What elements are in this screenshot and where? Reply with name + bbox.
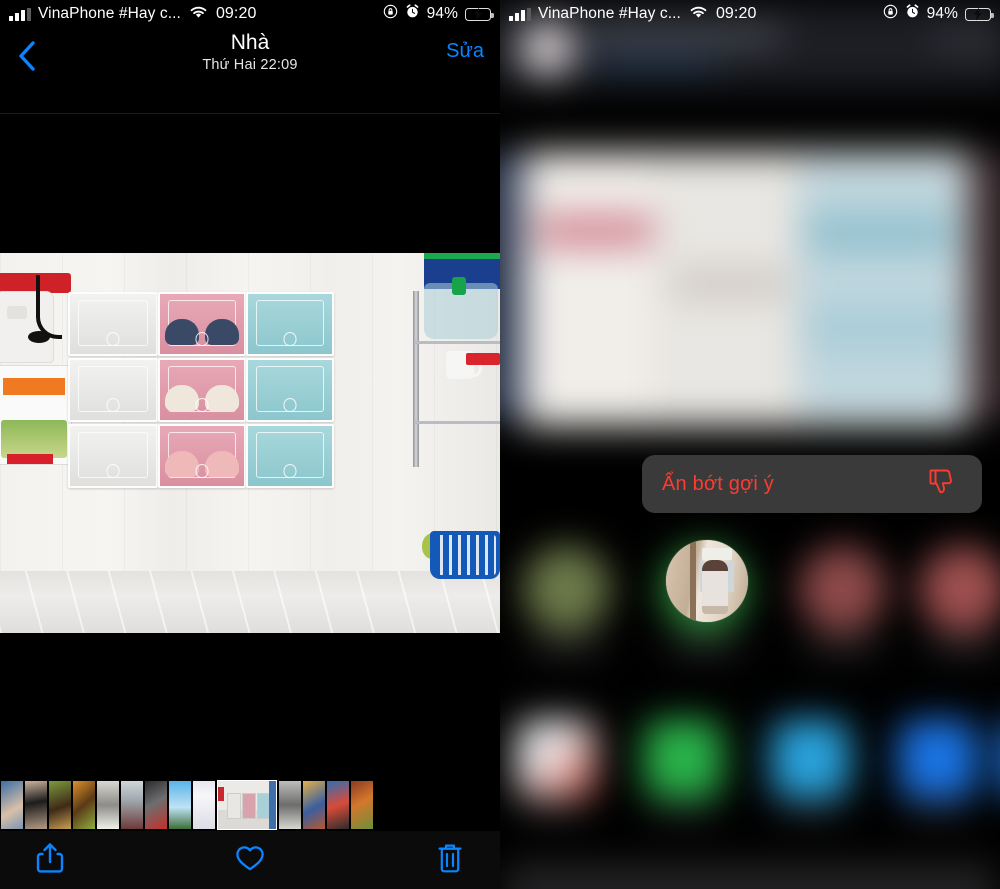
contact-avatar[interactable] <box>666 540 748 622</box>
list-item-selected[interactable] <box>217 780 277 830</box>
list-item[interactable] <box>351 781 373 829</box>
photo-shoe-boxes <box>68 292 334 488</box>
hide-suggestion-label: Ẩn bớt gợi ý <box>662 472 775 495</box>
cellular-bars-icon <box>509 7 531 21</box>
page-title: Nhà <box>230 31 270 54</box>
list-item[interactable] <box>279 781 301 829</box>
nav-divider <box>0 113 500 114</box>
favorite-button[interactable] <box>228 838 272 882</box>
list-item[interactable] <box>121 781 143 829</box>
photo-canvas[interactable] <box>0 86 500 776</box>
delete-button[interactable] <box>428 838 472 882</box>
list-item[interactable] <box>1 781 23 829</box>
battery-percent-label: 94% <box>926 5 958 22</box>
nav-title-block: Nhà Thứ Hai 22:09 <box>0 28 500 73</box>
thumbs-down-icon[interactable] <box>926 465 960 504</box>
cellular-bars-icon <box>9 7 31 21</box>
status-bar-right: VinaPhone #Hay c... 09:20 94% <box>500 0 1000 28</box>
photo-right-objects <box>410 253 500 633</box>
list-item[interactable] <box>49 781 71 829</box>
rotation-lock-icon <box>883 4 898 24</box>
carrier-label: VinaPhone #Hay c... <box>38 5 181 22</box>
alarm-clock-icon <box>905 4 920 24</box>
hide-suggestion-popup[interactable]: Ẩn bớt gợi ý <box>642 455 982 513</box>
dual-screenshot: VinaPhone #Hay c... 09:20 94% Nhà Thứ Ha… <box>0 0 1000 889</box>
share-icon <box>36 842 64 879</box>
status-bar-left: VinaPhone #Hay c... 09:20 94% <box>0 0 500 28</box>
status-bar-mid-group: 09:20 <box>689 5 757 24</box>
battery-percent-label: 94% <box>426 5 458 22</box>
list-item[interactable] <box>303 781 325 829</box>
right-panel-share-sheet: Ẩn bớt gợi ý VinaPhone #Hay c... 09:20 9… <box>500 0 1000 889</box>
status-bar-left-group: VinaPhone #Hay c... <box>500 5 681 23</box>
page-subtitle: Thứ Hai 22:09 <box>202 57 298 73</box>
wifi-icon <box>189 5 208 24</box>
list-item[interactable] <box>25 781 47 829</box>
left-panel-photo-viewer: VinaPhone #Hay c... 09:20 94% Nhà Thứ Ha… <box>0 0 500 889</box>
list-item[interactable] <box>73 781 95 829</box>
clock-label: 09:20 <box>215 5 257 22</box>
wifi-icon <box>689 5 708 24</box>
list-item[interactable] <box>145 781 167 829</box>
thumbnail-strip[interactable] <box>0 779 500 831</box>
clock-label: 09:20 <box>715 5 757 22</box>
navigation-bar: Nhà Thứ Hai 22:09 Sửa <box>0 28 500 114</box>
status-bar-right-group: 94% <box>883 4 1000 24</box>
list-item[interactable] <box>193 781 215 829</box>
carrier-label: VinaPhone #Hay c... <box>538 5 681 22</box>
list-item[interactable] <box>97 781 119 829</box>
photo-left-objects <box>0 267 72 477</box>
list-item[interactable] <box>169 781 191 829</box>
blurred-background <box>500 0 1000 889</box>
alarm-clock-icon <box>405 4 420 24</box>
status-bar-right-group: 94% <box>383 4 500 24</box>
edit-button[interactable]: Sửa <box>446 40 484 63</box>
main-photo[interactable] <box>0 253 500 633</box>
rotation-lock-icon <box>383 4 398 24</box>
battery-charging-icon <box>465 7 494 21</box>
share-button[interactable] <box>28 838 72 882</box>
status-bar-mid-group: 09:20 <box>189 5 257 24</box>
heart-icon <box>235 844 265 877</box>
photo-toolbar <box>0 831 500 889</box>
list-item[interactable] <box>327 781 349 829</box>
trash-icon <box>437 842 463 879</box>
status-bar-left-group: VinaPhone #Hay c... <box>0 5 181 23</box>
battery-charging-icon <box>965 7 994 21</box>
